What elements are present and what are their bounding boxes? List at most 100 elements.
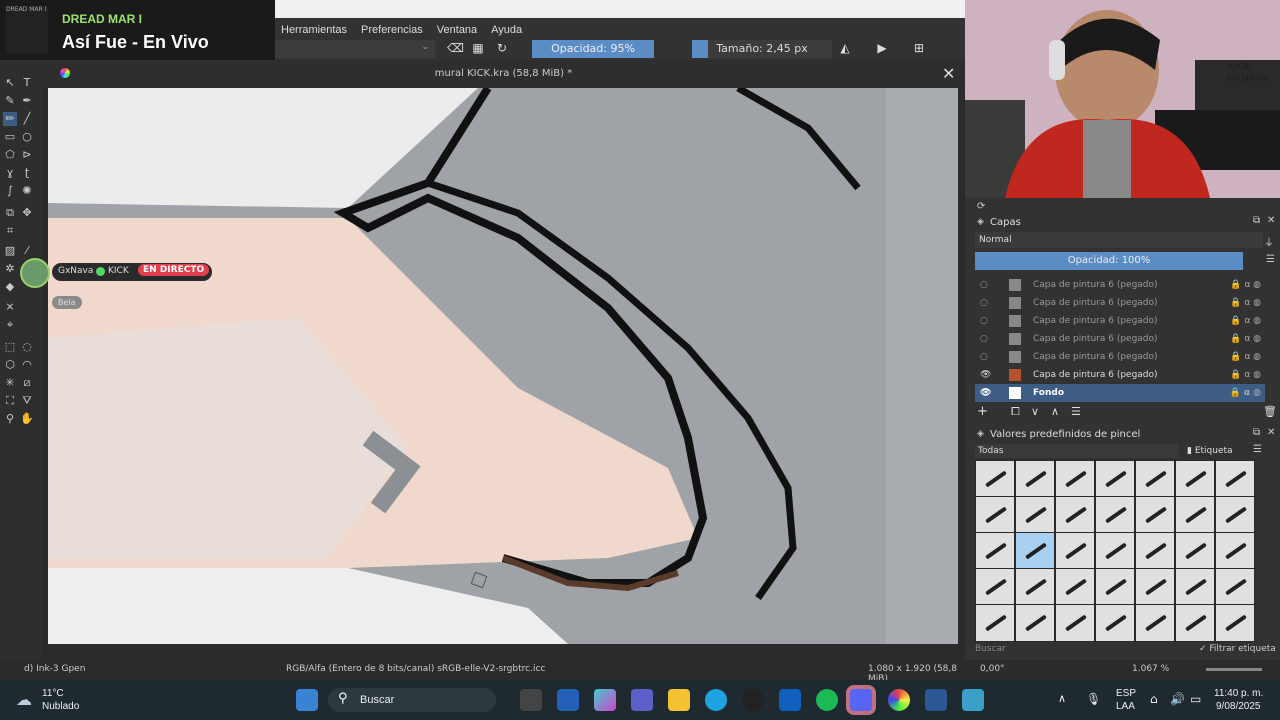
assistant-tool-icon[interactable]: ⨯: [3, 300, 17, 314]
tag-dropdown[interactable]: ▮ Etiqueta: [1187, 444, 1233, 458]
blend-mode-select[interactable]: Normal: [975, 232, 1263, 248]
weather-desc[interactable]: Nublado: [42, 701, 79, 712]
text-tool-icon[interactable]: T: [20, 76, 34, 90]
freehand-select-icon[interactable]: ◠: [20, 358, 34, 372]
github-icon[interactable]: [742, 689, 764, 711]
reference-tool-icon[interactable]: ⌖: [3, 318, 17, 332]
freehand-path-icon[interactable]: ʈ: [20, 166, 34, 180]
move-down-icon[interactable]: ∨: [1031, 405, 1039, 418]
multibrush-icon[interactable]: ✺: [20, 184, 34, 198]
move-up-icon[interactable]: ∧: [1051, 405, 1059, 418]
bezier-select-icon[interactable]: ⛶: [3, 394, 17, 408]
brush-preset-tile[interactable]: [1135, 460, 1175, 498]
select-tool-icon[interactable]: ↖: [3, 76, 17, 90]
edge-icon[interactable]: [705, 689, 727, 711]
brush-preset-tile[interactable]: [1015, 460, 1055, 498]
layer-opacity-slider[interactable]: Opacidad: 100%: [975, 252, 1243, 270]
network-icon[interactable]: ⌂: [1150, 692, 1158, 706]
brush-preset-tile[interactable]: [975, 496, 1015, 534]
brush-preset-tile[interactable]: [975, 532, 1015, 570]
reload-icon[interactable]: ↻: [495, 41, 509, 55]
brush-preset-tile[interactable]: [1055, 460, 1095, 498]
visibility-icon[interactable]: ○: [980, 294, 990, 312]
refresh-icon[interactable]: ⟳: [977, 201, 985, 212]
brush-preset-tile[interactable]: [1015, 532, 1055, 570]
microphone-icon[interactable]: 🎙: [1086, 692, 1101, 706]
battery-icon[interactable]: ▭: [1190, 692, 1201, 706]
layer-lock-icon[interactable]: 🔒 α ◍: [1229, 384, 1261, 402]
store-icon[interactable]: [557, 689, 579, 711]
rect-select-icon[interactable]: ⬚: [3, 340, 17, 354]
layer-row[interactable]: 👁 Capa de pintura 6 (pegado) 🔒 α ◍: [975, 366, 1265, 384]
layer-row[interactable]: ○ Capa de pintura 6 (pegado) 🔒 α ◍: [975, 348, 1265, 366]
task-view-icon[interactable]: [520, 689, 542, 711]
brush-preset-tile[interactable]: [1015, 568, 1055, 606]
preset-filter-select[interactable]: Todas: [975, 444, 1178, 458]
brush-preset-tile[interactable]: [1215, 496, 1255, 534]
close-docker-icon[interactable]: ✕: [1267, 427, 1275, 438]
status-rotation[interactable]: 0,00°: [980, 664, 1005, 674]
canvas[interactable]: [48, 88, 958, 644]
start-icon[interactable]: [296, 689, 318, 711]
copilot-icon[interactable]: [594, 689, 616, 711]
weather-temp[interactable]: 11°C: [42, 688, 64, 699]
visibility-icon[interactable]: ○: [980, 330, 990, 348]
brush-preset-tile[interactable]: [1175, 532, 1215, 570]
krita-icon[interactable]: [962, 689, 984, 711]
filter-icon[interactable]: ⏚: [1264, 234, 1274, 249]
volume-icon[interactable]: 🔊: [1170, 692, 1185, 706]
brush-preset-tile[interactable]: [1055, 532, 1095, 570]
brush-preset-tile[interactable]: [1135, 496, 1175, 534]
chrome-icon[interactable]: [888, 689, 910, 711]
brush-preset-tile[interactable]: [1095, 532, 1135, 570]
brush-tool-icon[interactable]: ✏: [3, 112, 17, 126]
crop-wrap-icon[interactable]: ⊞: [912, 41, 926, 55]
clock-date[interactable]: 9/08/2025: [1216, 701, 1261, 712]
layer-lock-icon[interactable]: 🔒 α ◍: [1230, 276, 1261, 294]
eraser-icon[interactable]: ⌫: [447, 41, 464, 55]
brush-preset-tile[interactable]: [1135, 568, 1175, 606]
similar-select-icon[interactable]: ⧄: [20, 376, 34, 390]
layer-lock-icon[interactable]: 🔒 α ◍: [1230, 366, 1261, 384]
size-slider[interactable]: Tamaño: 2,45 px: [692, 40, 832, 58]
visibility-icon[interactable]: ○: [980, 312, 990, 330]
layer-row[interactable]: ○ Capa de pintura 6 (pegado) 🔒 α ◍: [975, 294, 1265, 312]
brush-preset-tile[interactable]: [1055, 568, 1095, 606]
close-icon[interactable]: ✕: [942, 64, 955, 83]
contiguous-select-icon[interactable]: ✳: [3, 376, 17, 390]
pan-tool-icon[interactable]: ✋: [20, 412, 34, 426]
spotify-icon[interactable]: [816, 689, 838, 711]
clock-time[interactable]: 11:40 p. m.: [1214, 688, 1263, 699]
layer-row[interactable]: ○ Capa de pintura 6 (pegado) 🔒 α ◍: [975, 276, 1265, 294]
status-zoom[interactable]: 1.067 %: [1132, 664, 1169, 674]
brush-preset-tile[interactable]: [1175, 460, 1215, 498]
ellipse-tool-icon[interactable]: ○: [20, 130, 34, 144]
zoom-tool-icon[interactable]: ⚲: [3, 412, 17, 426]
line-tool-icon[interactable]: ╱: [20, 112, 34, 126]
polygon-tool-icon[interactable]: ⬠: [3, 148, 17, 162]
float-icon[interactable]: ⧉: [1253, 215, 1260, 226]
brush-preset-tile[interactable]: [975, 604, 1015, 642]
ellipse-select-icon[interactable]: ◌: [20, 340, 34, 354]
brush-preset-tile[interactable]: [1215, 460, 1255, 498]
add-layer-icon[interactable]: +: [977, 404, 988, 419]
close-docker-icon[interactable]: ✕: [1267, 215, 1275, 226]
layer-row[interactable]: ○ Capa de pintura 6 (pegado) 🔒 α ◍: [975, 330, 1265, 348]
mirror-vertical-icon[interactable]: ▶: [875, 41, 889, 55]
brush-preset-tile[interactable]: [1215, 532, 1255, 570]
color-picker-icon[interactable]: ⁄: [20, 244, 34, 258]
opacity-slider[interactable]: Opacidad: 95%: [532, 40, 654, 58]
menu-ventana[interactable]: Ventana: [437, 24, 477, 36]
magnetic-select-icon[interactable]: ⛛: [20, 394, 34, 408]
brush-preset-tile[interactable]: [1135, 532, 1175, 570]
word-icon[interactable]: [925, 689, 947, 711]
menu-preferencias[interactable]: Preferencias: [361, 24, 423, 36]
rectangle-tool-icon[interactable]: ▭: [3, 130, 17, 144]
brush-preset-tile[interactable]: [975, 568, 1015, 606]
brush-preset-dropdown[interactable]: ⌄: [275, 40, 435, 58]
move-tool-icon[interactable]: ✥: [20, 206, 34, 220]
brush-preset-tile[interactable]: [1015, 496, 1055, 534]
edit-shapes-icon[interactable]: ✎: [3, 94, 17, 108]
brush-preset-tile[interactable]: [1055, 496, 1095, 534]
filter-tag-checkbox[interactable]: ✓ Filtrar etiqueta: [1199, 642, 1276, 656]
